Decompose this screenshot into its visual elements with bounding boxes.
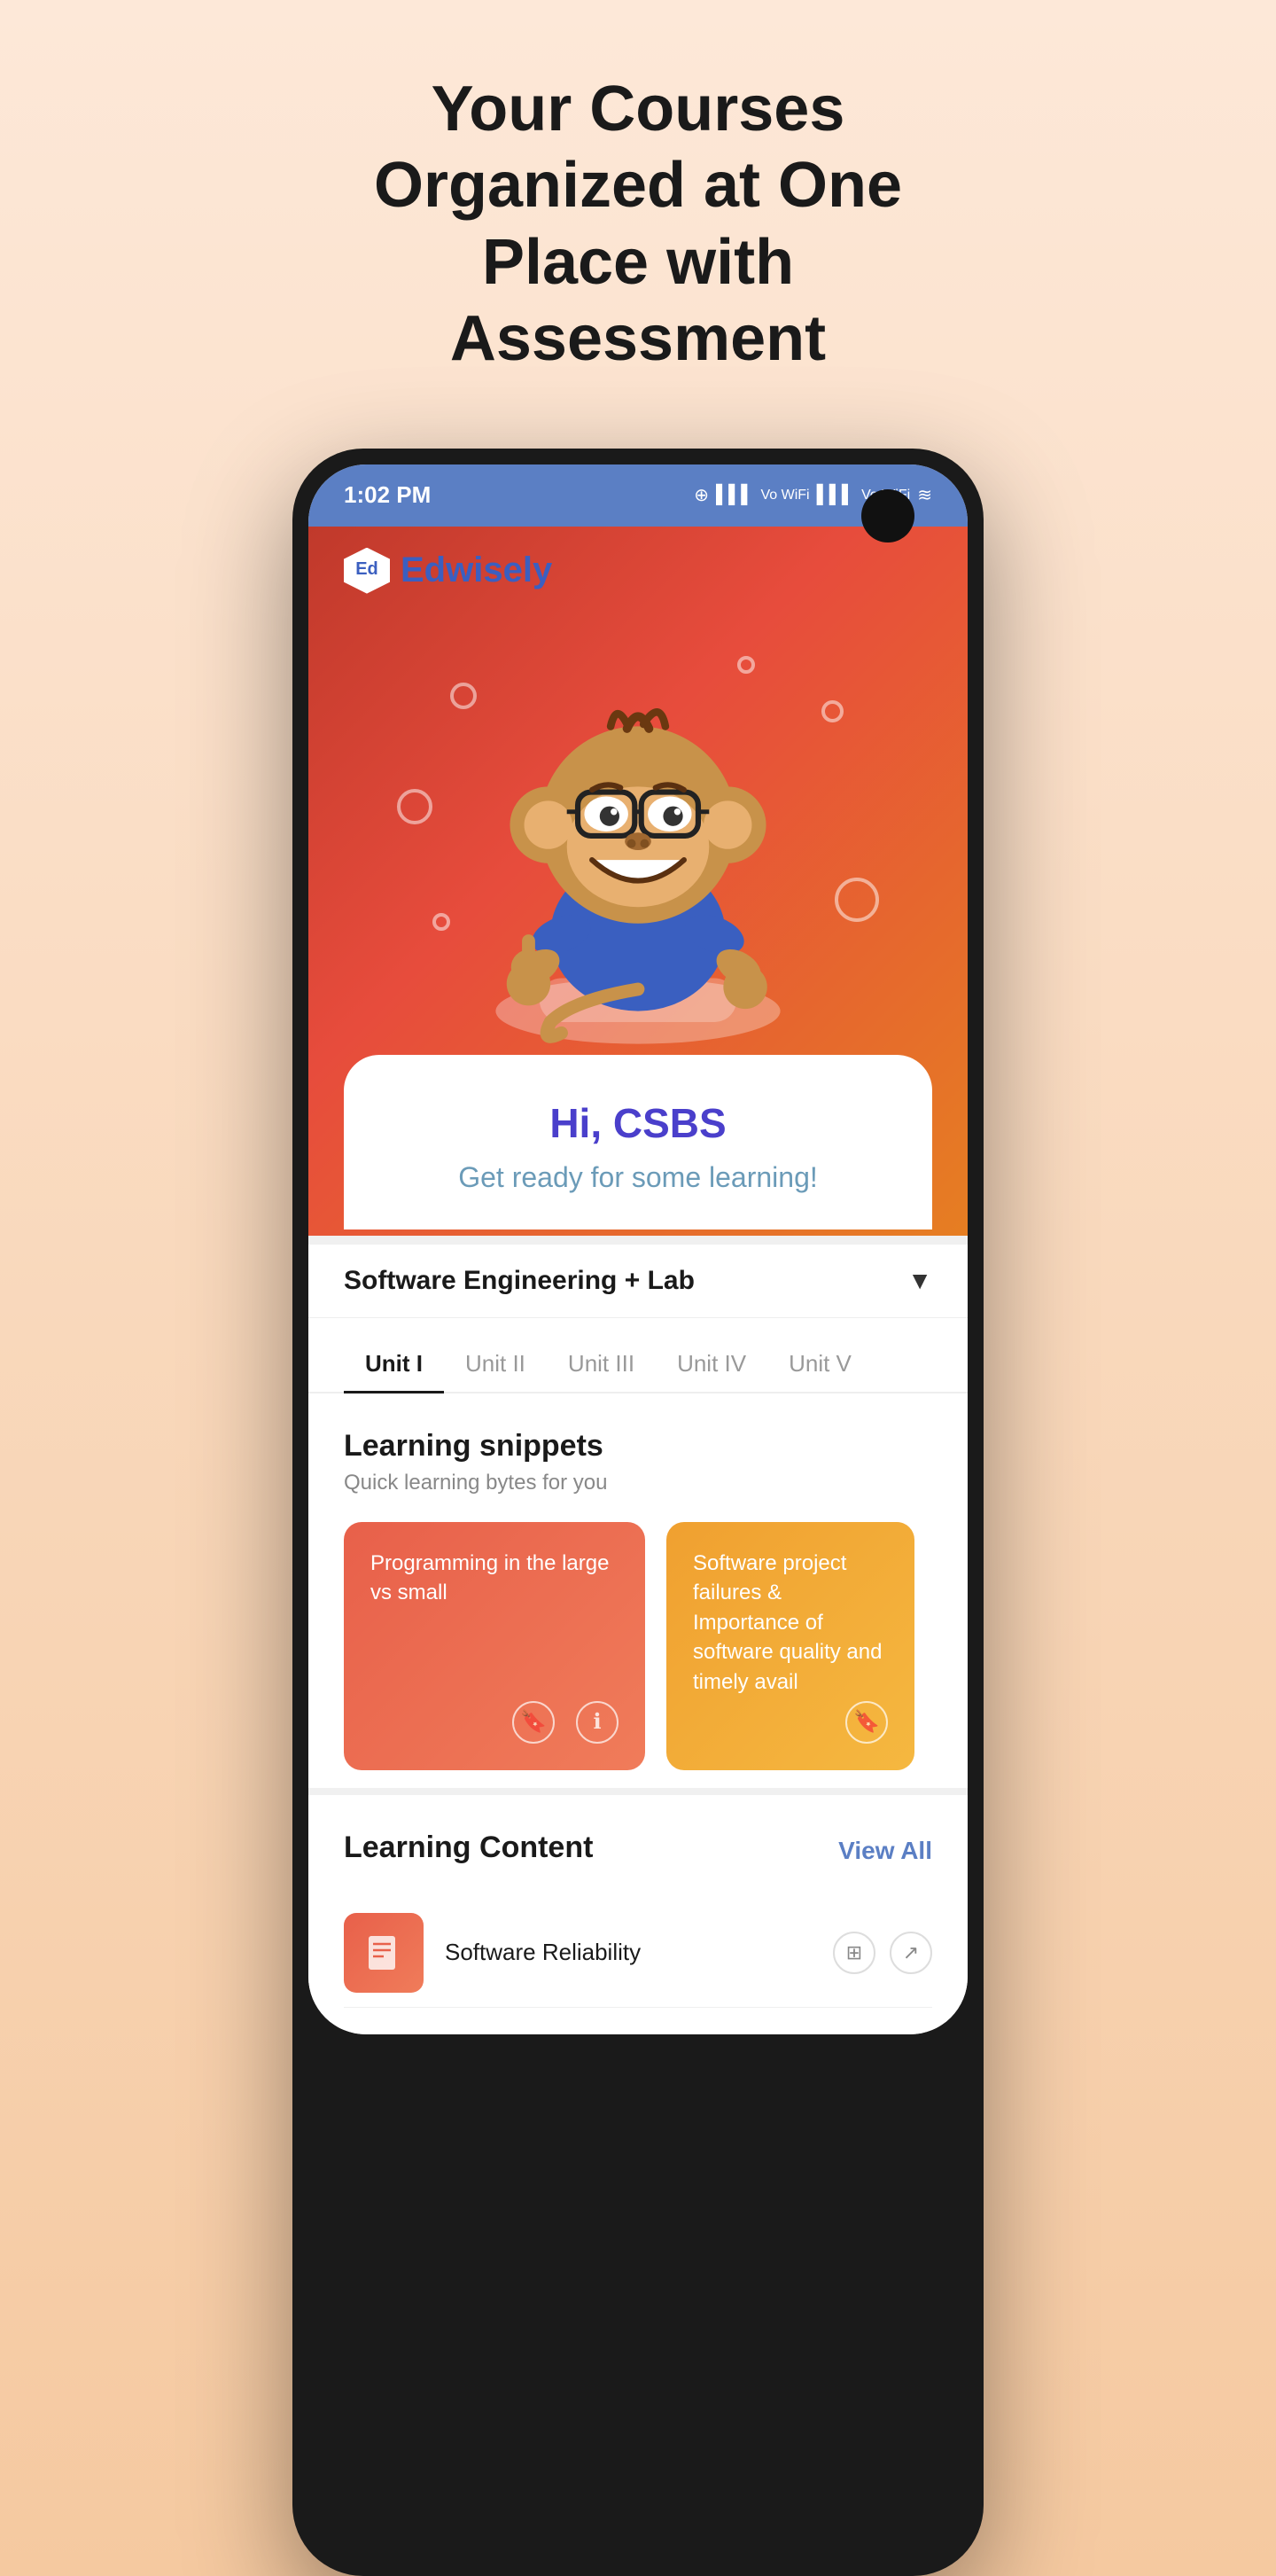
mascot-svg xyxy=(470,683,806,1055)
learning-content-section: Learning Content View All Software Relia… xyxy=(308,1795,968,2034)
learning-snippets-section: Learning snippets Quick learning bytes f… xyxy=(308,1393,968,1788)
content-action-icon-1[interactable]: ⊞ xyxy=(833,1932,875,1974)
content-title: Learning Content xyxy=(344,1831,593,1865)
logo-hexagon: Ed xyxy=(344,548,390,594)
float-circle-4 xyxy=(821,700,844,722)
course-name: Software Engineering + Lab xyxy=(344,1266,695,1296)
app-logo: Ed Edwisely xyxy=(344,548,932,594)
hero-title: Your Courses Organized at One Place with… xyxy=(239,0,1037,431)
app-header: Ed Edwisely xyxy=(308,527,968,1236)
tab-unit-4[interactable]: Unit IV xyxy=(656,1336,767,1392)
snippet-cards: Programming in the large vs small 🔖 ℹ So… xyxy=(344,1522,932,1770)
logo-wisely: wisely xyxy=(446,550,552,589)
signal-icon-2: ▌▌▌ xyxy=(817,485,855,505)
info-icon-1[interactable]: ℹ xyxy=(576,1701,619,1744)
view-all-button[interactable]: View All xyxy=(838,1837,932,1865)
snippet-card-2[interactable]: Software project failures & Importance o… xyxy=(666,1522,914,1770)
status-time: 1:02 PM xyxy=(344,481,431,509)
camera xyxy=(861,489,914,543)
tab-unit-2[interactable]: Unit II xyxy=(444,1336,547,1392)
content-action-icon-2[interactable]: ↗ xyxy=(890,1932,932,1974)
snippet-card-2-text: Software project failures & Importance o… xyxy=(693,1549,888,1698)
chevron-down-icon: ▼ xyxy=(907,1267,932,1295)
bookmark-icon-1[interactable]: 🔖 xyxy=(512,1701,555,1744)
phone-screen: 1:02 PM ⊕ ▌▌▌ Vo WiFi ▌▌▌ Vo WiFi ≋ Ed xyxy=(308,464,968,2034)
tab-unit-3[interactable]: Unit III xyxy=(547,1336,656,1392)
snippet-card-2-icons: 🔖 xyxy=(693,1701,888,1744)
snippets-subtitle: Quick learning bytes for you xyxy=(344,1471,932,1495)
float-circle-2 xyxy=(737,656,755,674)
float-circle-5 xyxy=(835,878,879,922)
signal-icon: ▌▌▌ xyxy=(716,485,754,505)
logo-text: Edwisely xyxy=(401,550,552,590)
snippets-title: Learning snippets xyxy=(344,1429,932,1464)
content-item-1-text: Software Reliability xyxy=(445,1939,641,1966)
bluetooth-icon: ⊕ xyxy=(694,484,709,506)
snippet-card-1-icons: 🔖 ℹ xyxy=(370,1701,619,1744)
greeting-subtitle: Get ready for some learning! xyxy=(379,1161,897,1194)
float-circle-3 xyxy=(397,789,432,824)
content-header: Learning Content View All xyxy=(344,1831,932,1872)
content-thumb-1 xyxy=(344,1913,424,1993)
wifi-icon: ≋ xyxy=(917,484,932,506)
greeting-section: Hi, CSBS Get ready for some learning! xyxy=(344,1055,932,1229)
unit-tabs: Unit I Unit II Unit III Unit IV Unit V xyxy=(308,1318,968,1393)
snippet-card-1-text: Programming in the large vs small xyxy=(370,1549,619,1608)
snippet-card-1[interactable]: Programming in the large vs small 🔖 ℹ xyxy=(344,1522,645,1770)
wifi-label: Vo WiFi xyxy=(760,488,809,503)
greeting-name: Hi, CSBS xyxy=(379,1099,897,1147)
float-circle-6 xyxy=(432,913,450,931)
logo-ed: Ed xyxy=(401,550,446,589)
phone-frame: 1:02 PM ⊕ ▌▌▌ Vo WiFi ▌▌▌ Vo WiFi ≋ Ed xyxy=(292,449,984,2576)
svg-text:Ed: Ed xyxy=(355,559,378,579)
bookmark-icon-2[interactable]: 🔖 xyxy=(845,1701,888,1744)
mascot-area xyxy=(344,629,932,1055)
float-circle-1 xyxy=(450,683,477,709)
tab-unit-1[interactable]: Unit I xyxy=(344,1336,444,1392)
content-item-1[interactable]: Software Reliability ⊞ ↗ xyxy=(344,1899,932,2008)
course-selector[interactable]: Software Engineering + Lab ▼ xyxy=(308,1245,968,1318)
tab-unit-5[interactable]: Unit V xyxy=(767,1336,873,1392)
content-item-1-actions: ⊞ ↗ xyxy=(833,1932,932,1974)
